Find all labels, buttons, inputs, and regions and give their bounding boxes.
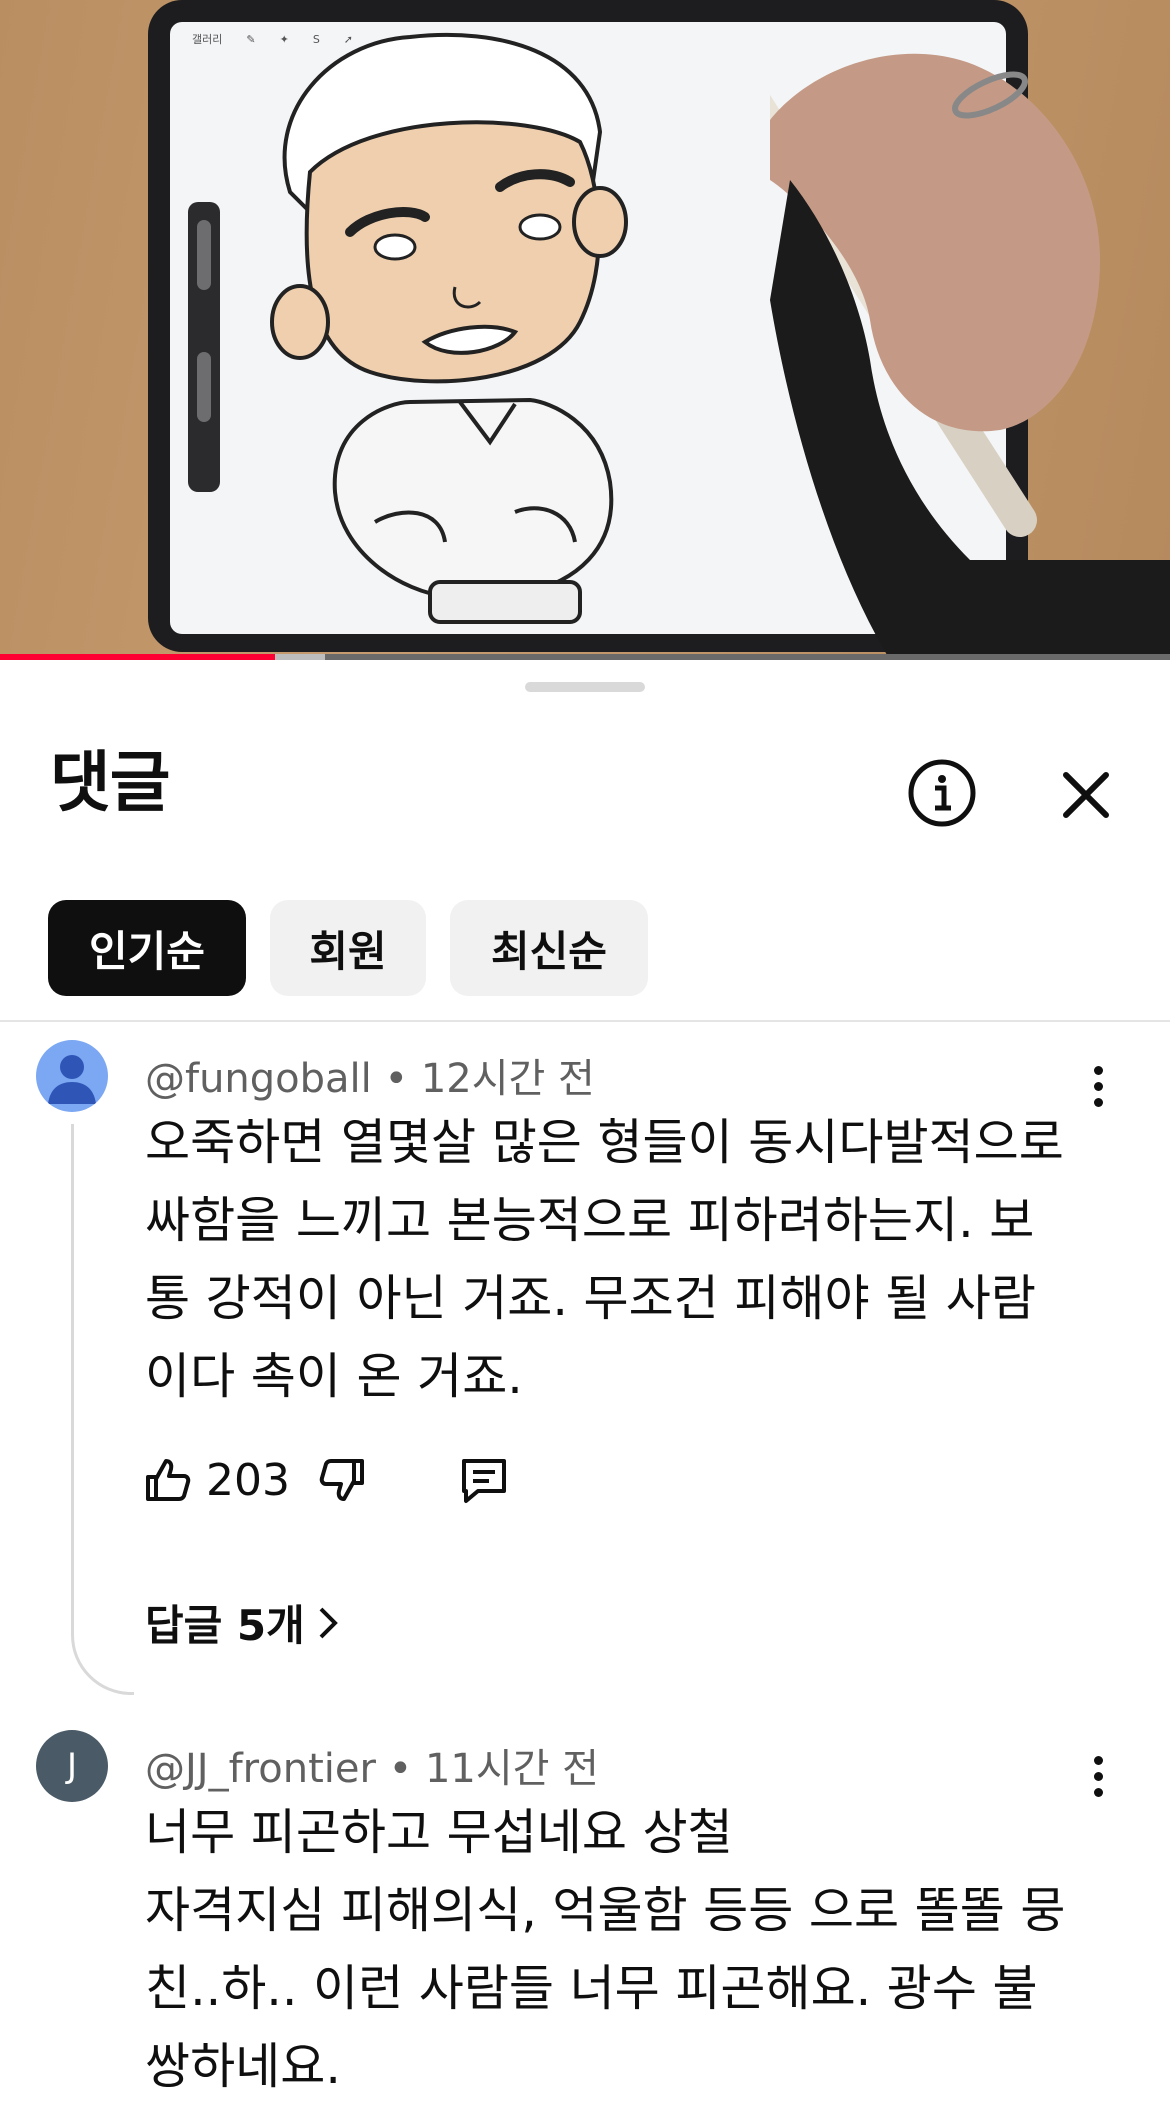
chip-divider — [0, 1020, 1170, 1022]
thumbs-up-icon[interactable] — [142, 1455, 192, 1505]
comment-meta: @JJ_frontier • 11시간 전 — [145, 1736, 599, 1794]
meta-separator: • — [388, 1746, 413, 1792]
chip-popular[interactable]: 인기순 — [48, 900, 246, 996]
comment-actions: 203 — [142, 1450, 510, 1510]
like-count: 203 — [206, 1454, 290, 1506]
meta-separator: • — [384, 1056, 409, 1102]
comment-author[interactable]: @JJ_frontier — [145, 1746, 376, 1792]
chip-members[interactable]: 회원 — [270, 900, 426, 996]
chip-latest[interactable]: 최신순 — [450, 900, 648, 996]
comment-meta: @fungoball • 12시간 전 — [145, 1046, 595, 1104]
info-button[interactable] — [907, 758, 977, 828]
avatar-letter: J — [66, 1746, 78, 1786]
comment-time: 11시간 전 — [424, 1746, 599, 1792]
default-person-icon — [48, 1055, 96, 1104]
reply-comment-icon[interactable] — [458, 1455, 510, 1505]
thumbs-down-icon[interactable] — [318, 1455, 368, 1505]
avatar[interactable] — [36, 1040, 108, 1112]
close-icon — [1063, 772, 1109, 818]
view-replies-link[interactable]: 답글 5개 — [145, 1592, 341, 1653]
replies-count-label: 답글 5개 — [145, 1601, 305, 1650]
comment-author[interactable]: @fungoball — [145, 1056, 372, 1102]
comment-time: 12시간 전 — [420, 1056, 595, 1102]
video-player[interactable]: 갤러리 ✎ ✦ S ➚ — [0, 0, 1170, 660]
more-vertical-icon — [1093, 1755, 1103, 1765]
more-vertical-icon — [1093, 1065, 1103, 1075]
comment-text: 너무 피곤하고 무섭네요 상철 자격지심 피해의식, 억울함 등등 으로 똘똘 … — [145, 1804, 1066, 2095]
close-button[interactable] — [1054, 763, 1118, 827]
hand-with-stylus — [770, 53, 1170, 660]
chevron-right-icon — [319, 1607, 338, 1638]
comment-sort-chips: 인기순 회원 최신순 — [48, 900, 648, 996]
avatar[interactable]: J — [36, 1730, 108, 1802]
comment-text: 오죽하면 열몇살 많은 형들이 동시다발적으로 싸함을 느끼고 본능적으로 피하… — [145, 1114, 1064, 1405]
comments-title: 댓글 — [50, 744, 170, 821]
thread-line — [71, 1124, 134, 1695]
info-circle-icon — [908, 759, 976, 827]
sheet-drag-handle[interactable] — [525, 682, 645, 692]
